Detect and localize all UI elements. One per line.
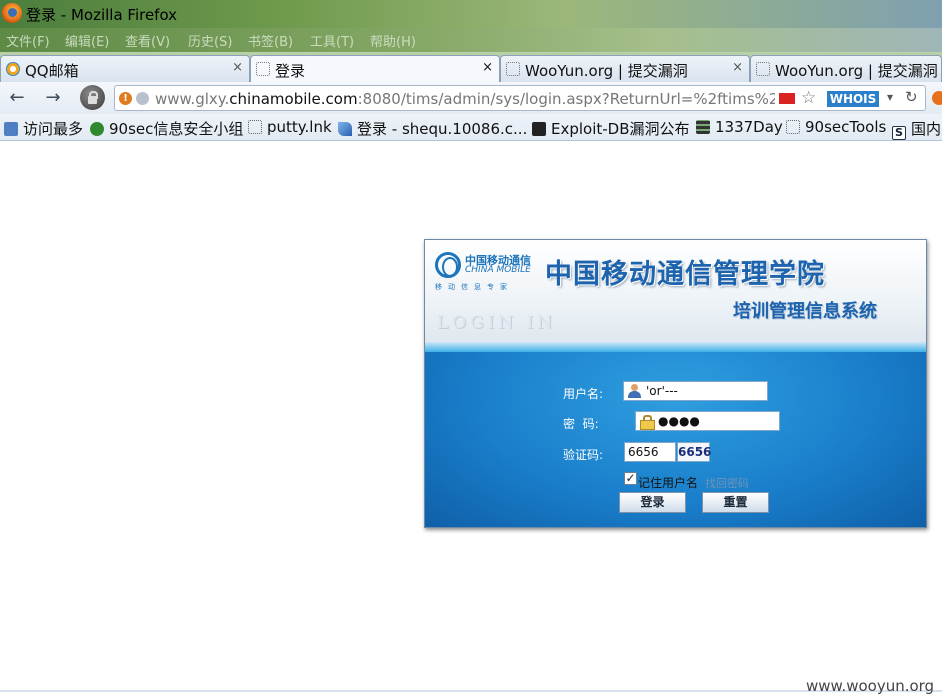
blank-page-icon xyxy=(786,120,800,134)
system-subtitle: 培训管理信息系统 xyxy=(733,301,877,322)
captcha-image[interactable]: 6656 xyxy=(677,442,711,462)
password-input[interactable]: ●●●● xyxy=(635,411,780,431)
lock-icon xyxy=(640,415,655,430)
tab-label: QQ邮箱 xyxy=(25,62,79,80)
china-mobile-logo-icon xyxy=(435,252,461,278)
captcha-input[interactable]: 6656 xyxy=(624,442,676,462)
username-input[interactable]: 'or'--- xyxy=(623,381,768,401)
90sec-icon xyxy=(90,122,104,136)
s-icon: S xyxy=(892,126,906,140)
bookmark-90sec[interactable]: 90sec信息安全小组 xyxy=(90,118,243,138)
reload-icon[interactable]: ↻ xyxy=(905,88,918,106)
blank-page-icon xyxy=(506,62,520,76)
captcha-label: 验证码: xyxy=(563,448,604,462)
window-title: 登录 - Mozilla Firefox xyxy=(26,6,178,24)
forgot-password-link[interactable]: 找回密码 xyxy=(705,475,749,491)
bookmark-1337day[interactable]: 1337Day xyxy=(696,118,783,138)
tab-wooyun-1[interactable]: WooYun.org | 提交漏洞 × xyxy=(500,55,750,82)
blank-page-icon xyxy=(248,120,262,134)
bookmark-shequ-login[interactable]: 登录 - shequ.10086.c... xyxy=(338,118,527,138)
folder-icon xyxy=(4,122,18,136)
navigation-bar: ← → ! www.glxy.chinamobile.com:8080/tims… xyxy=(0,82,942,114)
tab-strip: QQ邮箱 × 登录 × WooYun.org | 提交漏洞 × WooYun.o… xyxy=(0,52,942,83)
qq-mail-icon xyxy=(6,62,20,76)
dropdown-icon[interactable]: ▾ xyxy=(887,90,893,104)
logo-slogan: 移动信息专家 xyxy=(435,283,513,291)
header-stripe xyxy=(425,342,926,352)
blank-page-icon xyxy=(256,62,270,76)
login-in-watermark: LOGIN IN xyxy=(437,313,557,333)
login-button[interactable]: 登录 xyxy=(619,492,686,513)
menu-help[interactable]: 帮助(H) xyxy=(370,31,416,50)
globe-icon xyxy=(136,92,149,105)
menu-bar: 文件(F) 编辑(E) 查看(V) 历史(S) 书签(B) 工具(T) 帮助(H… xyxy=(0,28,942,52)
remember-label: 记住用户名 xyxy=(638,476,699,490)
tab-wooyun-2[interactable]: WooYun.org | 提交漏洞 xyxy=(750,55,942,82)
identity-lock-icon[interactable] xyxy=(80,85,105,110)
bookmark-putty[interactable]: putty.lnk xyxy=(248,118,332,138)
blank-page-icon xyxy=(756,62,770,76)
menu-file[interactable]: 文件(F) xyxy=(6,31,50,50)
tab-close-icon[interactable]: × xyxy=(232,60,243,75)
window-titlebar[interactable]: 登录 - Mozilla Firefox xyxy=(0,0,942,28)
firefox-logo-icon xyxy=(2,3,22,23)
tab-login[interactable]: 登录 × xyxy=(250,55,500,83)
menu-tools[interactable]: 工具(T) xyxy=(310,31,354,50)
bookmark-most-visited[interactable]: 访问最多 xyxy=(4,118,83,138)
tab-label: WooYun.org | 提交漏洞 xyxy=(525,62,688,80)
exploit-db-icon xyxy=(532,122,546,136)
menu-bookmarks[interactable]: 书签(B) xyxy=(248,31,293,50)
remember-checkbox[interactable]: ✓ xyxy=(624,472,637,485)
china-flag-icon xyxy=(779,93,795,104)
wooyun-watermark: www.wooyun.org xyxy=(806,677,935,695)
academy-title: 中国移动通信管理学院 xyxy=(545,259,825,290)
info-icon[interactable]: ! xyxy=(119,92,132,105)
menu-history[interactable]: 历史(S) xyxy=(188,31,232,50)
login-panel: 中国移动通信 CHINA MOBILE 移动信息专家 中国移动通信管理学院 培训… xyxy=(424,239,927,528)
addon-icon[interactable] xyxy=(932,91,942,105)
bookmark-exploit-db[interactable]: Exploit-DB漏洞公布 xyxy=(532,118,690,138)
bookmark-domestic[interactable]: S 国内 xyxy=(892,118,941,140)
login-form: 用户名: 'or'--- 密 码: ●●●● 验证码: 6656 6656 ✓ … xyxy=(425,352,926,527)
whois-button[interactable]: WHOIS xyxy=(827,91,879,107)
url-bar[interactable]: ! www.glxy.chinamobile.com:8080/tims/adm… xyxy=(114,85,926,111)
1337day-icon xyxy=(696,120,710,134)
bookmark-star-icon[interactable]: ☆ xyxy=(801,88,816,108)
url-text[interactable]: www.glxy.chinamobile.com:8080/tims/admin… xyxy=(155,90,775,108)
status-divider xyxy=(0,690,942,692)
user-icon xyxy=(627,384,641,398)
bookmarks-bar: 访问最多 90sec信息安全小组 putty.lnk 登录 - shequ.10… xyxy=(0,114,942,141)
menu-edit[interactable]: 编辑(E) xyxy=(65,31,109,50)
bookmark-90sectools[interactable]: 90secTools xyxy=(786,118,886,138)
pen-icon xyxy=(338,122,352,136)
tab-label: 登录 xyxy=(275,62,306,80)
login-header: 中国移动通信 CHINA MOBILE 移动信息专家 中国移动通信管理学院 培训… xyxy=(425,240,926,342)
tab-close-icon[interactable]: × xyxy=(482,60,493,75)
username-label: 用户名: xyxy=(563,387,604,401)
logo-english-text: CHINA MOBILE xyxy=(465,265,531,275)
tab-close-icon[interactable]: × xyxy=(732,60,743,75)
reset-button[interactable]: 重置 xyxy=(702,492,769,513)
menu-view[interactable]: 查看(V) xyxy=(125,31,170,50)
tab-qq-mail[interactable]: QQ邮箱 × xyxy=(0,55,250,82)
password-label: 密 码: xyxy=(563,417,599,431)
back-arrow-icon[interactable]: ← xyxy=(6,87,28,109)
forward-arrow-icon[interactable]: → xyxy=(42,87,64,109)
tab-label: WooYun.org | 提交漏洞 xyxy=(775,62,938,80)
